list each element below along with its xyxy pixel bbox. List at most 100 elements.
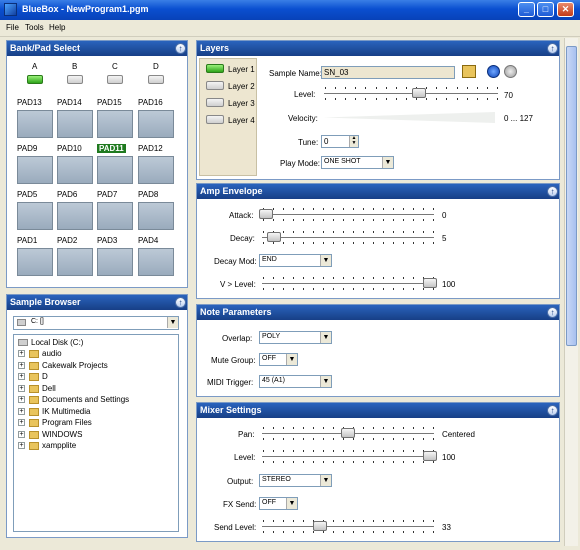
tune-stepper[interactable]: 0 ▲ ▼ bbox=[321, 135, 359, 148]
folder-open-icon[interactable] bbox=[462, 65, 476, 78]
slider-tick bbox=[293, 277, 294, 279]
scrollbar-thumb[interactable] bbox=[566, 46, 577, 346]
slider-thumb[interactable] bbox=[412, 88, 427, 98]
menu-help[interactable]: Help bbox=[49, 23, 65, 32]
expand-icon[interactable]: + bbox=[18, 430, 25, 438]
pad-pad7-button[interactable] bbox=[97, 202, 133, 230]
decay-mod-select[interactable]: END ▼ bbox=[259, 254, 332, 267]
expand-icon[interactable]: + bbox=[18, 361, 25, 369]
slider-tick bbox=[263, 450, 264, 452]
expand-icon[interactable]: + bbox=[18, 407, 25, 415]
layer-4-button[interactable] bbox=[206, 115, 224, 124]
tree-folder-item[interactable]: + Documents and Settings bbox=[18, 395, 173, 405]
minimize-button[interactable]: _ bbox=[518, 2, 535, 17]
slider-tick bbox=[383, 208, 384, 210]
slider-tick bbox=[393, 208, 394, 210]
slider-tick bbox=[423, 438, 424, 440]
slider-thumb[interactable] bbox=[259, 209, 273, 219]
play-icon[interactable] bbox=[487, 65, 500, 78]
v-level-slider[interactable] bbox=[259, 275, 437, 291]
slider-thumb[interactable] bbox=[423, 451, 437, 461]
collapse-icon[interactable]: ↑ bbox=[175, 297, 186, 308]
pad-pad5-button[interactable] bbox=[17, 202, 53, 230]
slider-thumb[interactable] bbox=[423, 278, 437, 288]
pad-pad8-button[interactable] bbox=[138, 202, 174, 230]
scrollbar[interactable] bbox=[564, 38, 578, 546]
pad-pad2-button[interactable] bbox=[57, 248, 93, 276]
tree-folder-item[interactable]: + D bbox=[18, 372, 173, 382]
velocity-range-bar[interactable] bbox=[323, 112, 495, 123]
decay-value: 5 bbox=[442, 234, 447, 243]
slider-tick bbox=[413, 219, 414, 221]
expand-icon[interactable]: + bbox=[18, 396, 25, 403]
slider-thumb[interactable] bbox=[341, 428, 355, 438]
midi-trigger-label: MIDI Trigger: bbox=[207, 378, 254, 387]
pad-pad11-button[interactable] bbox=[97, 156, 133, 184]
level-slider[interactable] bbox=[321, 85, 501, 101]
menu-tools[interactable]: Tools bbox=[25, 23, 44, 32]
pad-pad14-button[interactable] bbox=[57, 110, 93, 138]
decay-slider[interactable] bbox=[259, 229, 437, 245]
pad-pad12-button[interactable] bbox=[138, 156, 174, 184]
bank-d-button[interactable] bbox=[148, 75, 164, 84]
collapse-icon[interactable]: ↑ bbox=[547, 405, 558, 416]
stop-icon[interactable] bbox=[504, 65, 517, 78]
send-level-slider[interactable] bbox=[259, 518, 437, 534]
menu-file[interactable]: File bbox=[6, 23, 19, 32]
slider-thumb[interactable] bbox=[267, 232, 282, 242]
pad-label: PAD11 bbox=[97, 144, 126, 153]
tree-folder-item[interactable]: + Dell bbox=[18, 384, 173, 394]
bank-c-button[interactable] bbox=[107, 75, 123, 84]
fx-send-select[interactable]: OFF ▼ bbox=[259, 497, 298, 510]
drive-select[interactable]: C: [] ▼ bbox=[13, 316, 179, 330]
expand-icon[interactable]: + bbox=[18, 373, 25, 380]
mute-group-select[interactable]: OFF ▼ bbox=[259, 353, 298, 366]
folder-label: Dell bbox=[42, 383, 56, 393]
collapse-icon[interactable]: ↑ bbox=[547, 307, 558, 318]
collapse-icon[interactable]: ↑ bbox=[547, 43, 558, 54]
expand-icon[interactable]: + bbox=[18, 419, 25, 426]
output-select[interactable]: STEREO ▼ bbox=[259, 474, 332, 487]
pad-pad10-button[interactable] bbox=[57, 156, 93, 184]
play-mode-select[interactable]: ONE SHOT ▼ bbox=[321, 156, 394, 169]
slider-thumb[interactable] bbox=[313, 521, 328, 531]
expand-icon[interactable]: + bbox=[18, 350, 25, 357]
maximize-button[interactable]: □ bbox=[537, 2, 554, 17]
tree-folder-item[interactable]: + Program Files bbox=[18, 418, 173, 428]
slider-tick bbox=[273, 219, 274, 221]
layer-1-button[interactable] bbox=[206, 64, 224, 73]
expand-icon[interactable]: + bbox=[18, 384, 25, 392]
overlap-select[interactable]: POLY ▼ bbox=[259, 331, 332, 344]
layer-3-button[interactable] bbox=[206, 98, 224, 107]
pad-pad1-button[interactable] bbox=[17, 248, 53, 276]
tree-folder-item[interactable]: + Cakewalk Projects bbox=[18, 361, 173, 371]
collapse-icon[interactable]: ↑ bbox=[547, 186, 558, 197]
expand-icon[interactable]: + bbox=[18, 442, 25, 449]
pad-pad9-button[interactable] bbox=[17, 156, 53, 184]
slider-tick bbox=[353, 208, 354, 210]
mixer-level-slider[interactable] bbox=[259, 448, 437, 464]
attack-slider[interactable] bbox=[259, 206, 437, 222]
pad-pad16-button[interactable] bbox=[138, 110, 174, 138]
pan-slider[interactable] bbox=[259, 425, 437, 441]
collapse-icon[interactable]: ↑ bbox=[175, 43, 186, 54]
tree-folder-item[interactable]: + audio bbox=[18, 349, 173, 359]
bank-b-button[interactable] bbox=[67, 75, 83, 84]
tree-folder-item[interactable]: + IK Multimedia bbox=[18, 407, 173, 417]
bank-a-button[interactable] bbox=[27, 75, 43, 84]
sample-name-field[interactable]: SN_03 bbox=[321, 66, 455, 79]
stepper-arrows-icon[interactable]: ▲ ▼ bbox=[349, 136, 358, 147]
slider-track bbox=[262, 214, 434, 215]
layer-2-button[interactable] bbox=[206, 81, 224, 90]
pad-pad13-button[interactable] bbox=[17, 110, 53, 138]
pad-pad15-button[interactable] bbox=[97, 110, 133, 138]
midi-trigger-select[interactable]: 45 (A1) ▼ bbox=[259, 375, 332, 388]
pad-pad3-button[interactable] bbox=[97, 248, 133, 276]
tree-folder-item[interactable]: + xampplite bbox=[18, 441, 173, 451]
close-button[interactable]: ✕ bbox=[557, 2, 574, 17]
tree-root[interactable]: Local Disk (C:) bbox=[18, 338, 168, 348]
pad-pad6-button[interactable] bbox=[57, 202, 93, 230]
bank-label: B bbox=[72, 62, 78, 71]
tree-folder-item[interactable]: + WINDOWS bbox=[18, 430, 173, 440]
pad-pad4-button[interactable] bbox=[138, 248, 174, 276]
